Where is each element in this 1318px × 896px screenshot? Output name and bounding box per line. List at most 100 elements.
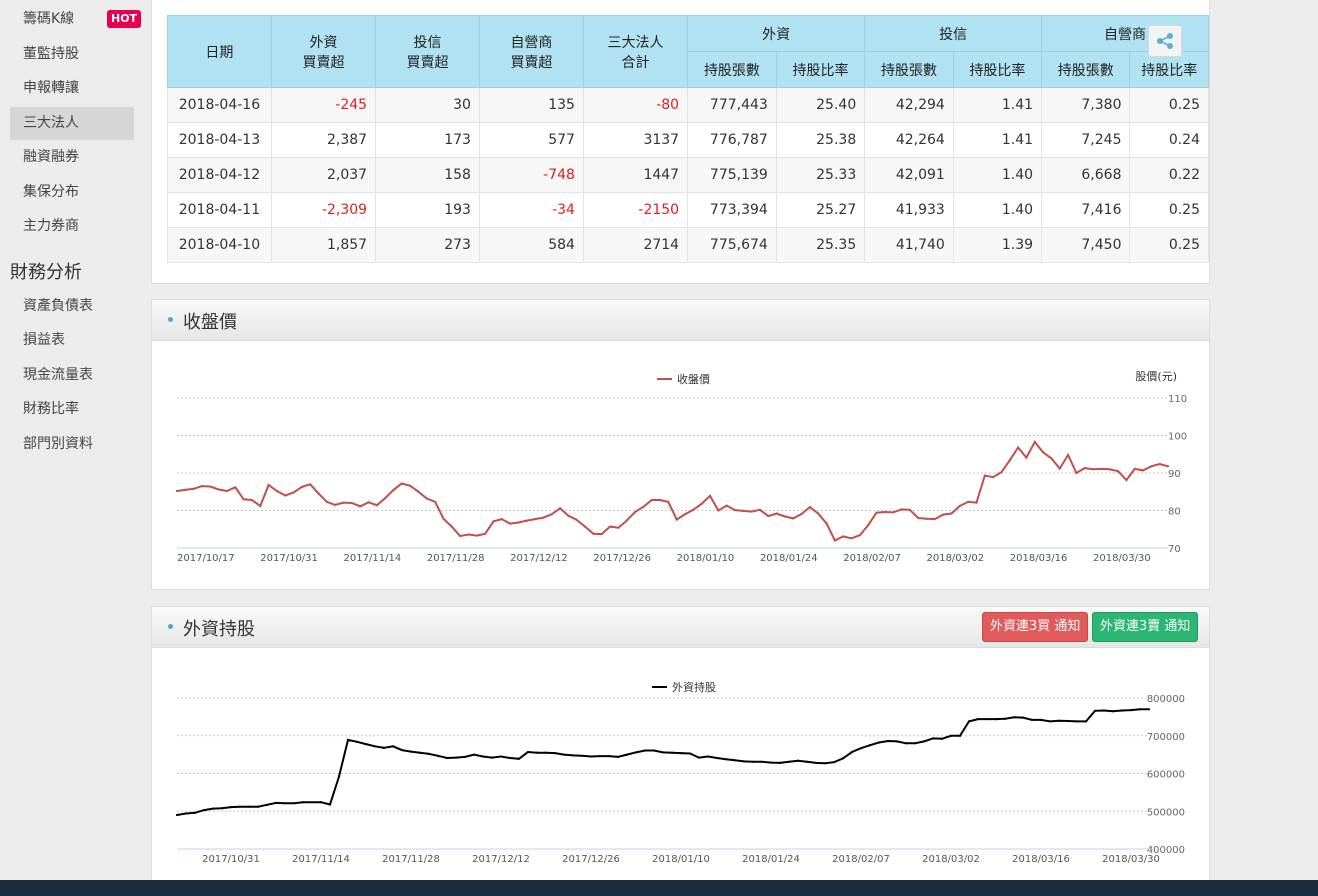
x-tick-label: 2018/01/24 xyxy=(760,553,818,564)
data-point xyxy=(1025,456,1028,459)
data-point xyxy=(1120,709,1124,712)
sidebar-item[interactable]: 申報轉讓 xyxy=(10,72,134,105)
data-point xyxy=(883,510,887,514)
data-point xyxy=(373,745,377,748)
data-point xyxy=(675,518,678,521)
data-point xyxy=(342,501,345,504)
data-point xyxy=(300,485,303,488)
table-row: 2018-04-13 2,387 173 577 3137 776,787 25.38 42,… xyxy=(167,122,1209,158)
data-point xyxy=(567,514,570,517)
data-point xyxy=(652,749,656,752)
table-row: 2018-04-11 -2,309 193 -34 -2150 773,394 25.27 4… xyxy=(167,192,1209,228)
y-tick-label: 100 xyxy=(1168,432,1187,443)
data-point xyxy=(229,806,233,809)
data-point xyxy=(967,500,970,503)
sidebar-item[interactable]: 財務比率 xyxy=(10,393,134,426)
sidebar-item[interactable]: 資產負債表 xyxy=(10,290,134,323)
notify-foreign-sell-button[interactable]: 外資連3賣 通知 xyxy=(1092,612,1199,642)
data-point xyxy=(392,488,395,491)
table-cell: 0.24 xyxy=(1129,122,1209,158)
col-total-net[interactable]: 三大法人 合計 xyxy=(582,15,689,88)
sidebar-item[interactable]: 集保分布 xyxy=(10,176,134,209)
data-point xyxy=(459,534,462,538)
y-tick-label: 700000 xyxy=(1147,732,1185,743)
data-point xyxy=(553,752,557,755)
foreign-holding-header: 外資持股 外資連3買 通知 外資連3賣 通知 xyxy=(152,607,1209,648)
data-point xyxy=(967,720,971,723)
data-point xyxy=(805,760,809,763)
col-date[interactable]: 日期 xyxy=(167,15,272,88)
data-point xyxy=(867,524,870,527)
institutional-table-panel: 日期 外資 買賣超 投信 買賣超 自營商 買賣超 三大法人 合計 外資 投信 自營商 持… xyxy=(151,0,1210,284)
data-point xyxy=(350,501,353,505)
data-point xyxy=(892,511,895,514)
data-point xyxy=(364,743,368,746)
foreign-holding-title: 外資持股 xyxy=(183,619,255,640)
table-cell: 0.25 xyxy=(1129,192,1209,228)
data-point xyxy=(904,742,908,745)
data-point xyxy=(1108,468,1111,471)
data-point xyxy=(742,760,746,763)
x-tick-label: 2018/03/16 xyxy=(1012,854,1070,865)
data-point xyxy=(256,805,260,808)
table-cell: 2714 xyxy=(582,227,689,263)
sidebar-item[interactable]: 損益表 xyxy=(10,324,134,357)
sidebar-item[interactable]: 主力券商 xyxy=(10,210,134,243)
data-point xyxy=(217,488,220,491)
table-cell: -80 xyxy=(582,87,689,123)
table-cell: 1.41 xyxy=(952,122,1043,158)
data-point xyxy=(600,533,603,536)
data-point xyxy=(500,518,503,521)
table-cell: -245 xyxy=(270,87,377,123)
data-point xyxy=(292,802,296,805)
data-point xyxy=(683,513,687,516)
data-point xyxy=(209,485,212,488)
sidebar-item[interactable]: 融資融券 xyxy=(10,141,134,174)
data-point xyxy=(760,760,764,763)
data-point xyxy=(1048,720,1052,723)
x-tick-label: 2017/10/31 xyxy=(260,553,318,564)
table-row: 2018-04-16 -245 30 135 -80 777,443 25.40 42,294… xyxy=(167,87,1209,123)
data-point xyxy=(679,752,683,755)
col-dealer-shares[interactable]: 持股張數 xyxy=(1041,51,1131,88)
share-button[interactable] xyxy=(1148,25,1182,57)
data-point xyxy=(400,482,403,485)
col-foreign-ratio[interactable]: 持股比率 xyxy=(775,51,866,88)
data-point xyxy=(1100,467,1103,470)
data-point xyxy=(355,740,359,743)
col-group-dealer: 自營商 xyxy=(1041,15,1209,52)
data-point xyxy=(706,755,710,758)
data-point xyxy=(284,494,287,497)
data-point xyxy=(1057,719,1061,722)
col-trust-shares[interactable]: 持股張數 xyxy=(864,51,954,88)
data-point xyxy=(850,537,853,540)
sidebar-item[interactable]: 部門別資料 xyxy=(10,428,134,461)
sidebar-section-financial: 財務分析 xyxy=(10,262,82,283)
col-foreign-net[interactable]: 外資 買賣超 xyxy=(270,15,377,88)
data-point xyxy=(958,504,961,508)
series-line xyxy=(176,708,1149,816)
notify-foreign-buy-button[interactable]: 外資連3買 通知 xyxy=(982,612,1089,642)
section-dot-icon xyxy=(168,624,173,629)
col-foreign-shares[interactable]: 持股張數 xyxy=(687,51,777,88)
data-point xyxy=(917,516,920,520)
table-cell: 2018-04-12 xyxy=(167,157,272,193)
sidebar-item[interactable]: 三大法人 xyxy=(10,107,134,140)
table-cell: 584 xyxy=(478,227,584,263)
table-cell: 1447 xyxy=(582,157,689,193)
data-point xyxy=(670,751,674,754)
data-point xyxy=(940,737,944,740)
data-point xyxy=(958,734,962,737)
col-trust-ratio[interactable]: 持股比率 xyxy=(952,51,1043,88)
x-tick-label: 2017/10/17 xyxy=(177,553,235,564)
data-point xyxy=(175,813,179,817)
x-tick-label: 2017/11/14 xyxy=(344,553,402,564)
data-point xyxy=(534,518,537,521)
sidebar-item[interactable]: 現金流量表 xyxy=(10,359,134,392)
table-cell: 1,857 xyxy=(270,227,377,263)
data-point xyxy=(337,775,341,778)
col-dealer-net[interactable]: 自營商 買賣超 xyxy=(478,15,584,88)
col-trust-net[interactable]: 投信 買賣超 xyxy=(375,15,480,88)
x-tick-label: 2018/03/02 xyxy=(926,553,984,564)
sidebar-item[interactable]: 董監持股 xyxy=(10,38,134,71)
